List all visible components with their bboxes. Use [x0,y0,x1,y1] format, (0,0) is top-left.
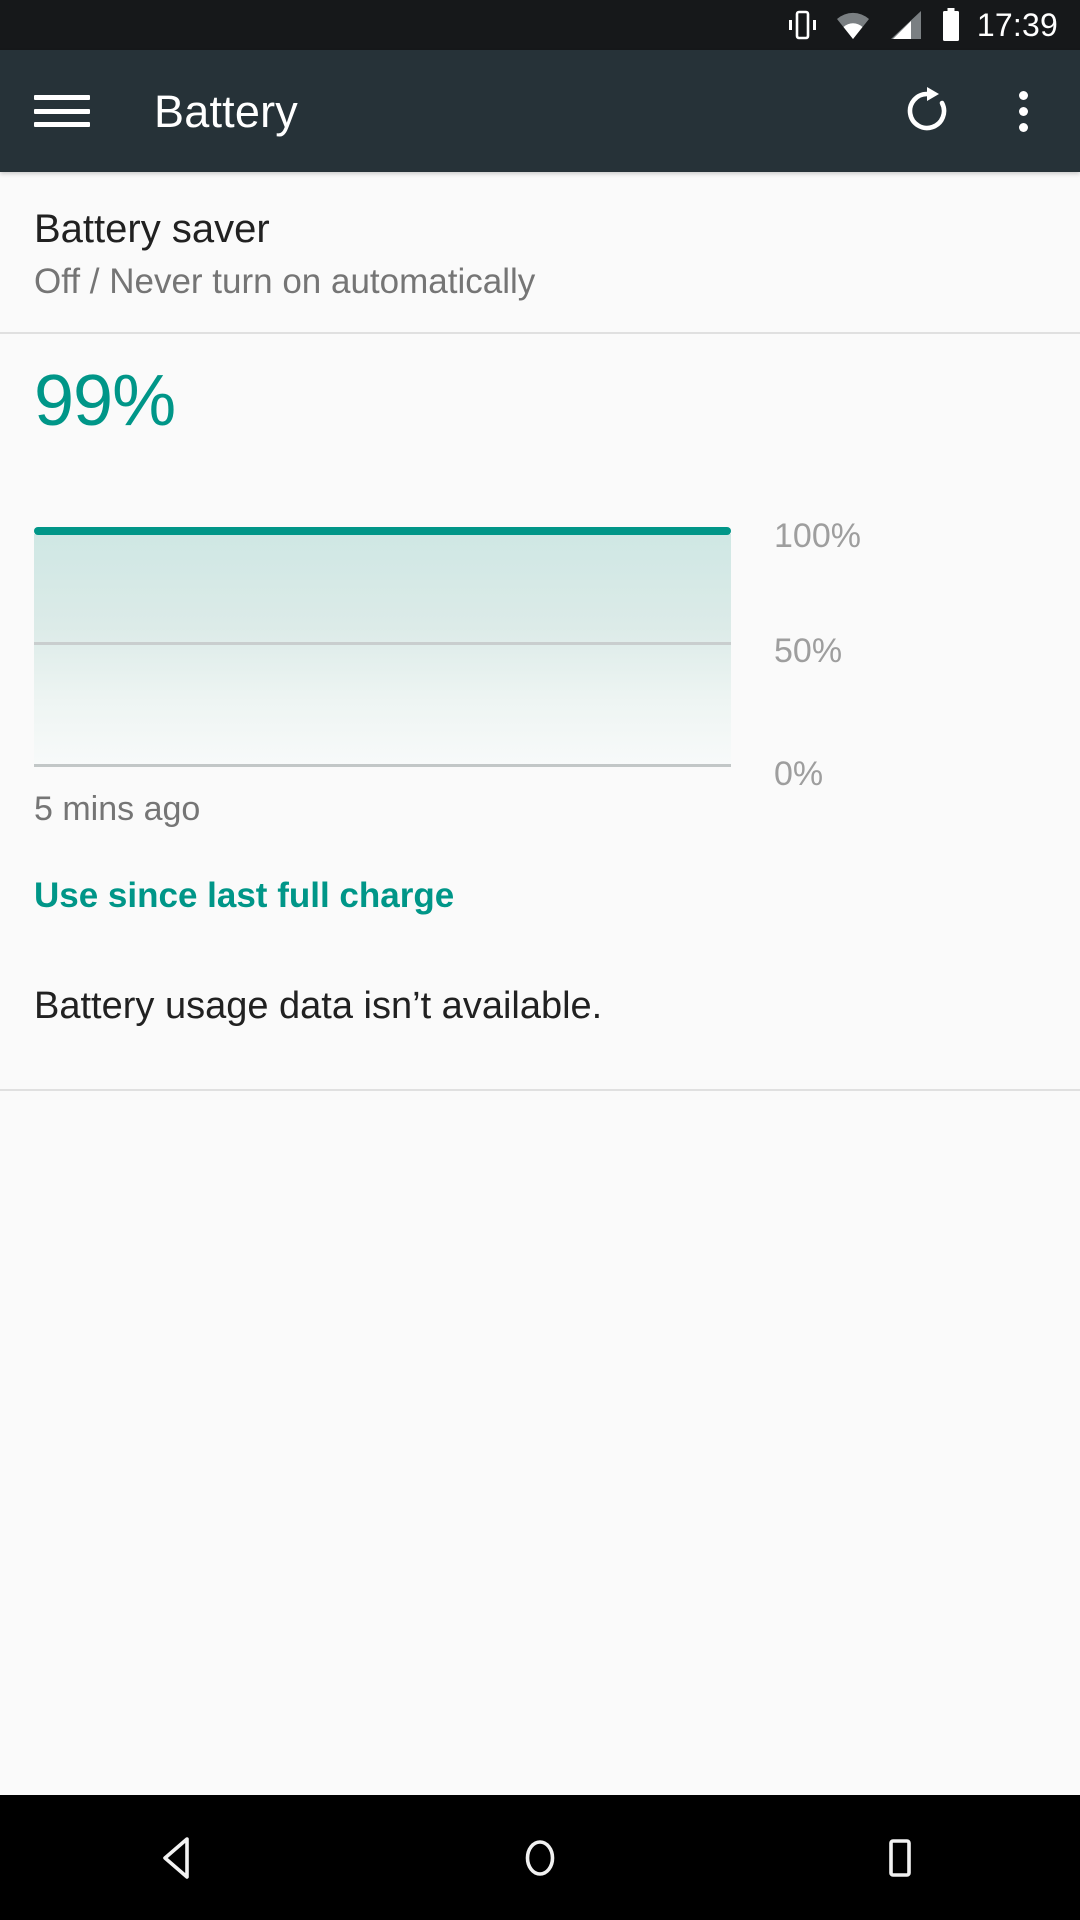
battery-icon [941,8,961,42]
vibrate-icon [787,8,817,42]
home-button[interactable] [440,1795,640,1920]
chart-axis-label-50: 50% [774,632,843,671]
battery-history-chart: 100% 50% 0% [0,519,1080,791]
chart-gridline-50 [34,642,731,646]
use-since-last-full-charge-row: Use since last full charge [0,829,1080,916]
chart-axis-label-100: 100% [774,517,861,556]
chart-plot-area [34,527,731,768]
battery-saver-summary: Off / Never turn on automatically [34,262,536,301]
phone-screen: 17:39 Battery Battery saver Off / Never … [0,0,1080,1920]
chart-axis-label-0: 0% [774,755,824,794]
chart-time-caption: 5 mins ago [34,790,201,829]
use-since-last-full-charge-link[interactable]: Use since last full charge [34,876,454,916]
hamburger-menu-icon[interactable] [34,88,90,134]
divider-after-empty-message [0,1089,1080,1092]
status-icon-group [787,8,961,42]
recents-button[interactable] [800,1795,1000,1920]
page-title: Battery [154,85,298,137]
battery-saver-title: Battery saver [34,207,270,251]
battery-saver-row[interactable]: Battery saver Off / Never turn on automa… [0,172,1080,332]
battery-level-percent: 99% [34,361,176,442]
app-bar: Battery [0,50,1080,172]
chart-gridline-0 [34,764,731,768]
refresh-icon[interactable] [896,80,958,142]
main-content: Battery saver Off / Never turn on automa… [0,172,1080,1795]
chart-area-fill [34,534,731,768]
battery-usage-empty-message: Battery usage data isn’t available. [34,985,603,1028]
status-bar: 17:39 [0,0,1080,50]
overflow-menu-icon[interactable] [992,80,1054,142]
wifi-icon [835,10,871,40]
back-button[interactable] [80,1795,280,1920]
chart-wrap: 100% 50% 0% [34,519,1080,791]
app-bar-actions [896,80,1054,142]
chart-level-line [34,527,731,536]
navigation-bar [0,1795,1080,1920]
status-bar-clock: 17:39 [976,7,1058,43]
cellular-signal-icon [889,10,923,40]
